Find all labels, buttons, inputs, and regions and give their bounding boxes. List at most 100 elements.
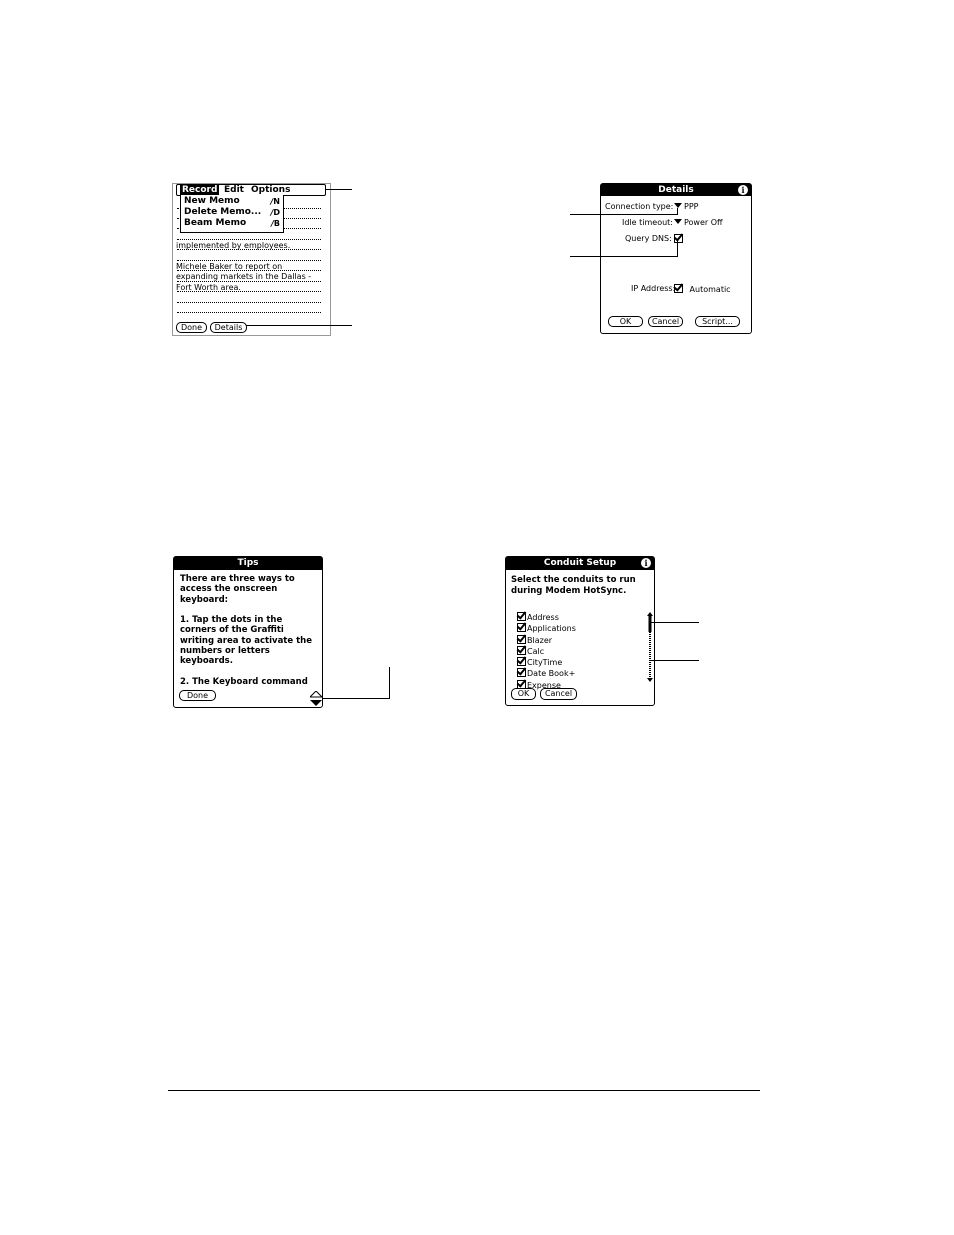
command-shortcut-letter: D <box>273 208 280 217</box>
scroll-down-arrow-icon[interactable] <box>310 700 322 706</box>
scroll-up-arrow-icon[interactable] <box>310 691 322 698</box>
menu-command-beam-memo[interactable]: Beam Memo ∕B <box>184 218 280 229</box>
callout-line <box>322 698 390 699</box>
command-shortcut: ∕N <box>270 196 280 207</box>
conduit-item[interactable]: Address <box>517 612 576 623</box>
tips-line: There are three ways to <box>180 574 295 584</box>
tips-dialog: Tips There are three ways to access the … <box>173 556 323 708</box>
conduit-item[interactable]: Blazer <box>517 634 576 646</box>
done-button[interactable]: Done <box>176 322 207 333</box>
callout-line <box>677 240 678 257</box>
dropdown-arrow-icon <box>674 219 682 224</box>
memo-text-line: implemented by employees. <box>176 241 291 250</box>
menu-command-new-memo[interactable]: New Memo ∕N <box>184 196 280 207</box>
command-label: Delete Memo... <box>184 207 262 217</box>
tips-line: numbers or letters <box>180 646 270 657</box>
dialog-title: Conduit Setup <box>543 558 617 568</box>
note-line <box>177 239 321 240</box>
idle-timeout-picker[interactable]: Power Off <box>674 218 723 228</box>
tips-line: keyboard: <box>180 594 229 605</box>
tips-line <box>180 667 312 677</box>
conduit-item-label: Address <box>527 613 559 622</box>
tips-text: There are three ways to access the onscr… <box>180 574 312 687</box>
conduit-item-label: Applications <box>527 624 576 634</box>
cancel-button[interactable]: Cancel <box>540 688 577 700</box>
scroll-thumb[interactable] <box>648 616 652 632</box>
dialog-title-bar: Tips <box>174 557 322 570</box>
query-dns-checkbox[interactable] <box>674 234 684 245</box>
ip-address-checkbox[interactable]: Automatic <box>674 284 731 295</box>
ok-button[interactable]: OK <box>511 688 536 700</box>
checkbox-checked-icon <box>674 234 683 243</box>
scroll-down-arrow-icon[interactable] <box>647 678 653 682</box>
dialog-title-bar: Conduit Setup i <box>506 557 654 570</box>
connection-type-label: Connection type: <box>605 202 674 211</box>
info-icon[interactable]: i <box>641 558 651 568</box>
command-label: Beam Memo <box>184 218 247 228</box>
scroll-arrows <box>310 691 322 706</box>
info-icon[interactable]: i <box>738 185 748 195</box>
ip-address-value: Automatic <box>689 285 731 294</box>
done-button[interactable]: Done <box>179 690 216 701</box>
conduit-item[interactable]: Calc <box>517 645 576 657</box>
details-dialog: Details i Connection type: PPP Idle time… <box>600 183 752 334</box>
memo-text-line: expanding markets in the Dallas - <box>176 272 312 281</box>
note-line <box>177 302 321 303</box>
command-label: New Memo <box>184 196 240 206</box>
conduit-item[interactable]: Date Book+ <box>517 668 576 679</box>
command-shortcut-letter: B <box>273 219 280 228</box>
dialog-title: Details <box>658 185 694 195</box>
conduit-setup-dialog: Conduit Setup i Select the conduits to r… <box>505 556 655 706</box>
tips-line: corners of the Graffiti <box>180 625 284 636</box>
callout-line <box>677 208 678 215</box>
callout-line <box>570 256 678 257</box>
footer-rule <box>168 1090 760 1091</box>
scroll-up-arrow-icon[interactable] <box>647 612 653 616</box>
callout-line <box>651 622 699 623</box>
conduit-item[interactable]: CityTime <box>517 657 576 668</box>
command-shortcut: ∕D <box>270 207 280 218</box>
tips-line <box>180 605 312 615</box>
memo-text-line: Michele Baker to report on <box>176 262 283 271</box>
checkbox-checked-icon <box>674 284 683 293</box>
intro-line: Select the conduits to run <box>511 575 636 585</box>
command-shortcut: ∕B <box>271 218 280 229</box>
conduit-item-label: Calc <box>527 646 545 656</box>
dialog-title-bar: Details i <box>601 184 751 196</box>
record-menu-dropdown: New Memo ∕N Delete Memo... ∕D Beam Memo … <box>180 195 284 233</box>
callout-line <box>389 667 390 699</box>
query-dns-label: Query DNS: <box>625 234 672 243</box>
dropdown-arrow-icon <box>674 203 682 208</box>
note-line <box>177 312 321 313</box>
menu-command-delete-memo[interactable]: Delete Memo... ∕D <box>184 207 280 218</box>
callout-line <box>570 214 678 215</box>
callout-line <box>246 325 352 326</box>
memo-screen: implemented by employees. Michele Baker … <box>172 183 331 336</box>
callout-line <box>651 660 699 661</box>
command-shortcut-letter: N <box>273 197 280 206</box>
details-button[interactable]: Details <box>210 322 247 333</box>
conduit-item[interactable]: Applications <box>517 623 576 634</box>
ok-button[interactable]: OK <box>608 316 643 327</box>
checkbox-checked-icon <box>517 623 526 633</box>
intro-line: during Modem HotSync. <box>511 585 627 596</box>
tips-line: 1. Tap the dots in the <box>180 615 283 626</box>
checkbox-checked-icon <box>517 668 526 678</box>
idle-timeout-value: Power Off <box>684 218 723 227</box>
conduit-item-label: Date Book+ <box>527 669 576 679</box>
cancel-button[interactable]: Cancel <box>648 316 683 327</box>
conduit-item-label: Blazer <box>527 635 553 645</box>
tips-line: writing area to activate the <box>180 635 312 646</box>
dialog-title: Tips <box>237 558 259 568</box>
checkbox-checked-icon <box>517 634 526 644</box>
ip-address-label: IP Address: <box>631 284 676 293</box>
memo-text-line: Fort Worth area. <box>176 283 241 292</box>
conduit-item-label: CityTime <box>527 658 563 668</box>
callout-line <box>326 189 352 190</box>
tips-line: 2. The Keyboard command <box>180 676 308 687</box>
tips-line: access the onscreen <box>180 584 278 595</box>
note-line <box>177 260 321 261</box>
tips-line: keyboards. <box>180 656 233 667</box>
script-button[interactable]: Script... <box>695 316 740 327</box>
conduit-intro: Select the conduits to run during Modem … <box>511 575 636 596</box>
